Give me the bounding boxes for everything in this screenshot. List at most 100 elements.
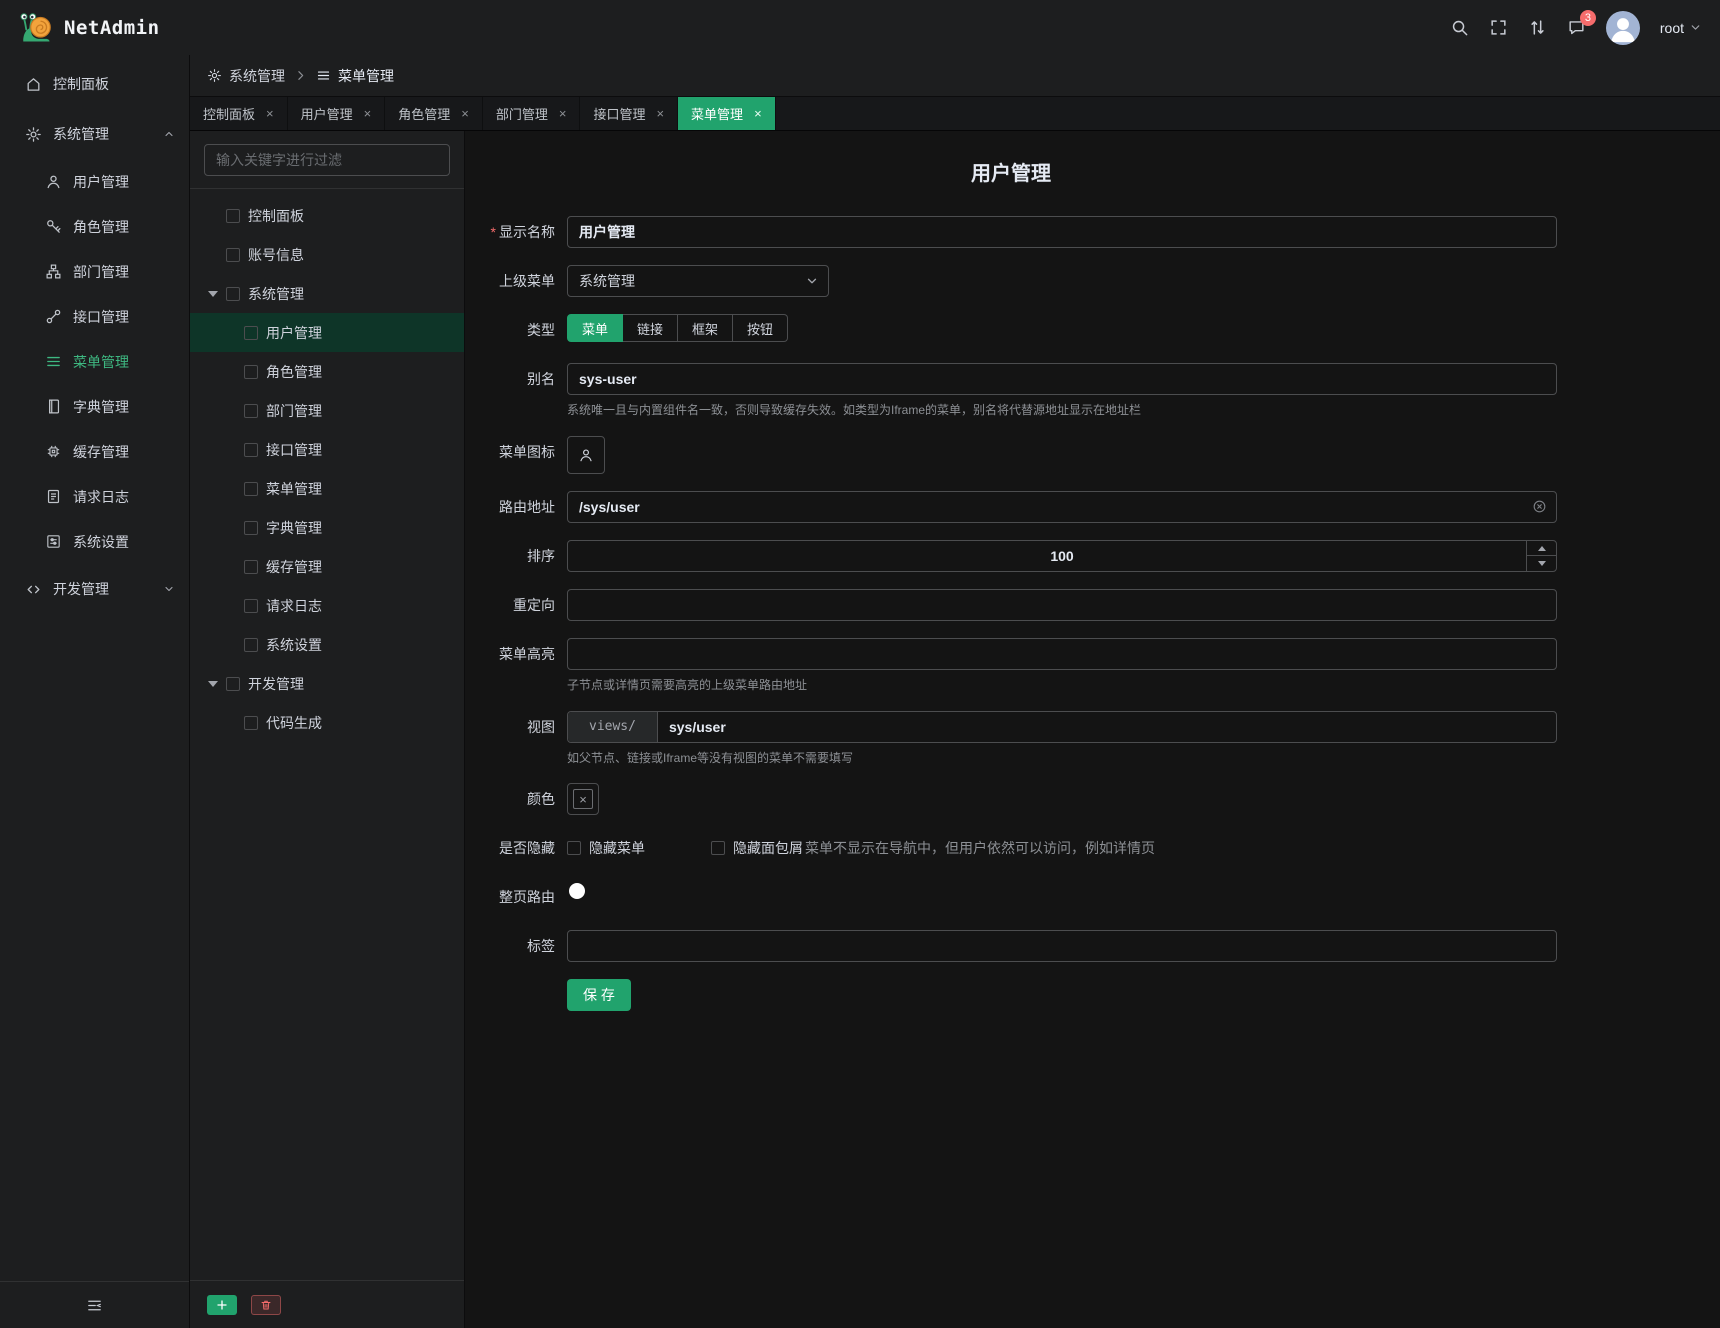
- caret-down-icon[interactable]: [208, 681, 218, 687]
- tree-node[interactable]: 系统管理: [190, 274, 464, 313]
- tree-node[interactable]: 开发管理: [190, 664, 464, 703]
- sidebar-item-development[interactable]: 开发管理: [0, 564, 189, 614]
- delete-node-button[interactable]: [251, 1295, 281, 1315]
- sidebar-item-label: 菜单管理: [73, 352, 129, 372]
- search-icon[interactable]: [1450, 18, 1469, 37]
- tab-apis[interactable]: 接口管理 ×: [580, 97, 678, 130]
- type-option-menu[interactable]: 菜单: [567, 314, 623, 342]
- menu-icon-picker-button[interactable]: [567, 436, 605, 474]
- chip-icon: [45, 443, 62, 460]
- type-option-iframe[interactable]: 框架: [678, 314, 733, 342]
- fullscreen-icon[interactable]: [1489, 18, 1508, 37]
- sidebar-item-dashboard[interactable]: 控制面板: [0, 59, 189, 109]
- close-icon[interactable]: ×: [656, 107, 664, 120]
- sidebar-item-settings[interactable]: 系统设置: [0, 519, 189, 564]
- avatar[interactable]: [1606, 11, 1640, 45]
- display-name-input[interactable]: [568, 217, 1556, 247]
- checkbox[interactable]: [244, 404, 258, 418]
- checkbox[interactable]: [226, 209, 240, 223]
- tag-input[interactable]: [568, 931, 1556, 961]
- sidebar-item-cache[interactable]: 缓存管理: [0, 429, 189, 474]
- username: root: [1660, 20, 1684, 36]
- redirect-input[interactable]: [568, 590, 1556, 620]
- checkbox[interactable]: [226, 287, 240, 301]
- checkbox[interactable]: [244, 638, 258, 652]
- type-option-button[interactable]: 按钮: [733, 314, 788, 342]
- top-bar: NetAdmin 3 root: [0, 0, 1720, 55]
- tree-node[interactable]: 缓存管理: [190, 547, 464, 586]
- tree-node[interactable]: 控制面板: [190, 196, 464, 235]
- highlight-input[interactable]: [568, 639, 1556, 669]
- tree-node[interactable]: 部门管理: [190, 391, 464, 430]
- tree-node[interactable]: 账号信息: [190, 235, 464, 274]
- type-option-link[interactable]: 链接: [623, 314, 678, 342]
- close-icon[interactable]: ×: [461, 107, 469, 120]
- checkbox[interactable]: [244, 326, 258, 340]
- route-input[interactable]: [568, 492, 1556, 522]
- checkbox[interactable]: [711, 841, 725, 855]
- sidebar-item-label: 角色管理: [73, 217, 129, 237]
- checkbox[interactable]: [567, 841, 581, 855]
- tree-node[interactable]: 字典管理: [190, 508, 464, 547]
- checkbox[interactable]: [244, 716, 258, 730]
- tree-node[interactable]: 系统设置: [190, 625, 464, 664]
- sidebar-item-label: 用户管理: [73, 172, 129, 192]
- decrement-button[interactable]: [1527, 556, 1556, 571]
- sidebar-item-apis[interactable]: 接口管理: [0, 294, 189, 339]
- sort-arrows-icon[interactable]: [1528, 18, 1547, 37]
- hide-menu-checkbox-group[interactable]: 隐藏菜单: [567, 838, 645, 858]
- checkbox[interactable]: [226, 677, 240, 691]
- save-button[interactable]: 保 存: [567, 979, 631, 1011]
- tab-departments[interactable]: 部门管理 ×: [483, 97, 581, 130]
- breadcrumb-item-menus: 菜单管理: [316, 66, 394, 86]
- checkbox[interactable]: [244, 443, 258, 457]
- checkbox[interactable]: [244, 482, 258, 496]
- sidebar-item-dictionaries[interactable]: 字典管理: [0, 384, 189, 429]
- close-icon[interactable]: ×: [266, 107, 274, 120]
- close-icon[interactable]: ×: [559, 107, 567, 120]
- brand[interactable]: NetAdmin: [18, 10, 160, 46]
- tab-dashboard[interactable]: 控制面板 ×: [190, 97, 288, 130]
- checkbox[interactable]: [244, 560, 258, 574]
- trash-icon: [260, 1299, 272, 1311]
- tab-users[interactable]: 用户管理 ×: [288, 97, 386, 130]
- tree-filter-input[interactable]: [204, 144, 450, 176]
- breadcrumb-item-system[interactable]: 系统管理: [207, 66, 285, 86]
- sidebar-item-system[interactable]: 系统管理: [0, 109, 189, 159]
- tree-node[interactable]: 菜单管理: [190, 469, 464, 508]
- view-prefix: views/: [568, 712, 658, 742]
- sidebar-item-users[interactable]: 用户管理: [0, 159, 189, 204]
- checkbox[interactable]: [226, 248, 240, 262]
- messages-icon[interactable]: 3: [1567, 18, 1586, 37]
- sidebar-item-request-logs[interactable]: 请求日志: [0, 474, 189, 519]
- collapse-sidebar-icon[interactable]: [86, 1297, 103, 1314]
- user-menu[interactable]: root: [1660, 20, 1702, 36]
- sidebar-item-roles[interactable]: 角色管理: [0, 204, 189, 249]
- tree-node[interactable]: 请求日志: [190, 586, 464, 625]
- tree-node[interactable]: 角色管理: [190, 352, 464, 391]
- sidebar-item-menus[interactable]: 菜单管理: [0, 339, 189, 384]
- alias-input[interactable]: [568, 364, 1556, 394]
- tab-menus[interactable]: 菜单管理 ×: [678, 97, 776, 130]
- color-picker-button[interactable]: ×: [567, 783, 599, 815]
- tab-roles[interactable]: 角色管理 ×: [385, 97, 483, 130]
- tree-node-selected[interactable]: 用户管理: [190, 313, 464, 352]
- checkbox[interactable]: [244, 521, 258, 535]
- hide-breadcrumb-checkbox-group[interactable]: 隐藏面包屑: [711, 838, 803, 858]
- checkbox[interactable]: [244, 365, 258, 379]
- close-icon[interactable]: ×: [754, 107, 762, 120]
- tree-node[interactable]: 代码生成: [190, 703, 464, 742]
- parent-menu-select[interactable]: 系统管理: [567, 265, 829, 297]
- add-node-button[interactable]: [207, 1295, 237, 1315]
- field-view: 视图 views/ 如父节点、链接或Iframe等没有视图的菜单不需要填写: [465, 711, 1557, 767]
- sort-input[interactable]: [568, 541, 1556, 571]
- breadcrumb: 系统管理 菜单管理: [190, 55, 1720, 97]
- checkbox[interactable]: [244, 599, 258, 613]
- clear-icon[interactable]: [1532, 499, 1547, 514]
- caret-down-icon[interactable]: [208, 291, 218, 297]
- sidebar-item-departments[interactable]: 部门管理: [0, 249, 189, 294]
- increment-button[interactable]: [1527, 541, 1556, 557]
- close-icon[interactable]: ×: [364, 107, 372, 120]
- view-input[interactable]: [658, 712, 1556, 742]
- tree-node[interactable]: 接口管理: [190, 430, 464, 469]
